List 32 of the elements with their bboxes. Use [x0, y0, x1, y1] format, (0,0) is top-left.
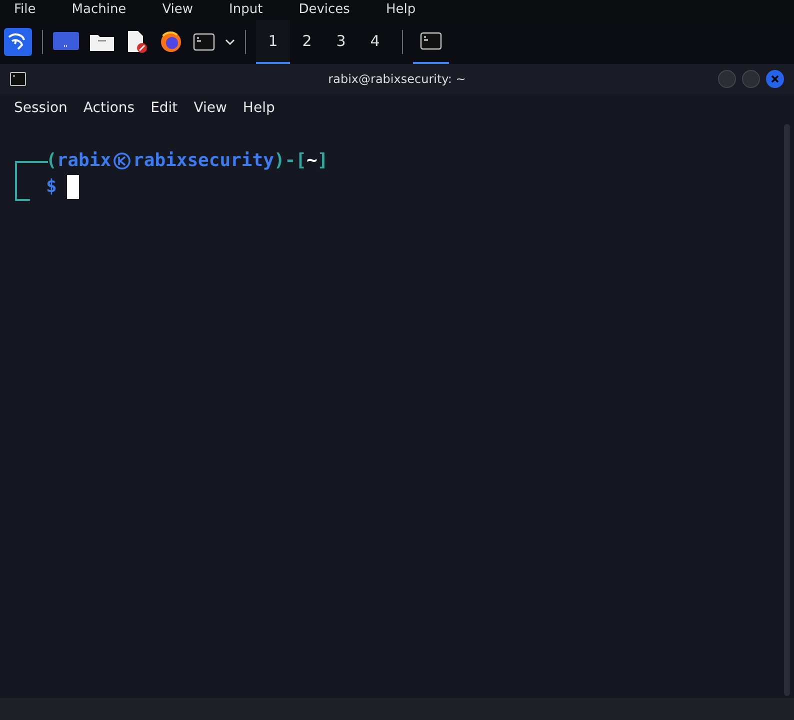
menu-item[interactable]: Edit	[150, 98, 178, 118]
prompt-bracket-drawing	[14, 161, 48, 201]
menu-item[interactable]: Input	[229, 0, 263, 20]
prompt-text: (rabix	[46, 149, 112, 173]
browser-icon[interactable]	[159, 30, 183, 54]
window-title: rabix@rabixsecurity: ~	[327, 71, 467, 88]
menu-item[interactable]: Session	[14, 98, 68, 118]
terminal-icon	[420, 32, 442, 50]
menu-item[interactable]: Machine	[72, 0, 126, 20]
workspace-button[interactable]: 3	[324, 20, 358, 64]
close-icon	[771, 75, 779, 83]
menu-item[interactable]: View	[194, 98, 227, 118]
terminal-icon	[193, 33, 215, 51]
menu-item[interactable]: Actions	[83, 98, 135, 118]
terminal-icon	[10, 72, 26, 86]
menu-item[interactable]: View	[162, 0, 194, 20]
menu-item[interactable]: File	[14, 0, 36, 20]
folder-icon[interactable]	[89, 32, 115, 52]
desktop-icon[interactable]	[53, 32, 79, 52]
prompt-symbol: $	[46, 175, 57, 199]
menu-item[interactable]: Devices	[298, 0, 350, 20]
workspace-button[interactable]: 1	[256, 20, 290, 64]
document-icon[interactable]	[125, 30, 149, 54]
cursor	[66, 175, 79, 199]
workspace-button[interactable]: 4	[358, 20, 392, 64]
menu-item[interactable]: Help	[242, 98, 275, 118]
close-button[interactable]	[766, 70, 784, 88]
skull-icon	[113, 152, 132, 170]
prompt-text: rabixsecurity)-[~]	[133, 149, 328, 173]
caret-icon[interactable]	[225, 38, 235, 46]
menu-item[interactable]: Help	[386, 0, 416, 20]
workspace-button[interactable]: 2	[290, 20, 324, 64]
